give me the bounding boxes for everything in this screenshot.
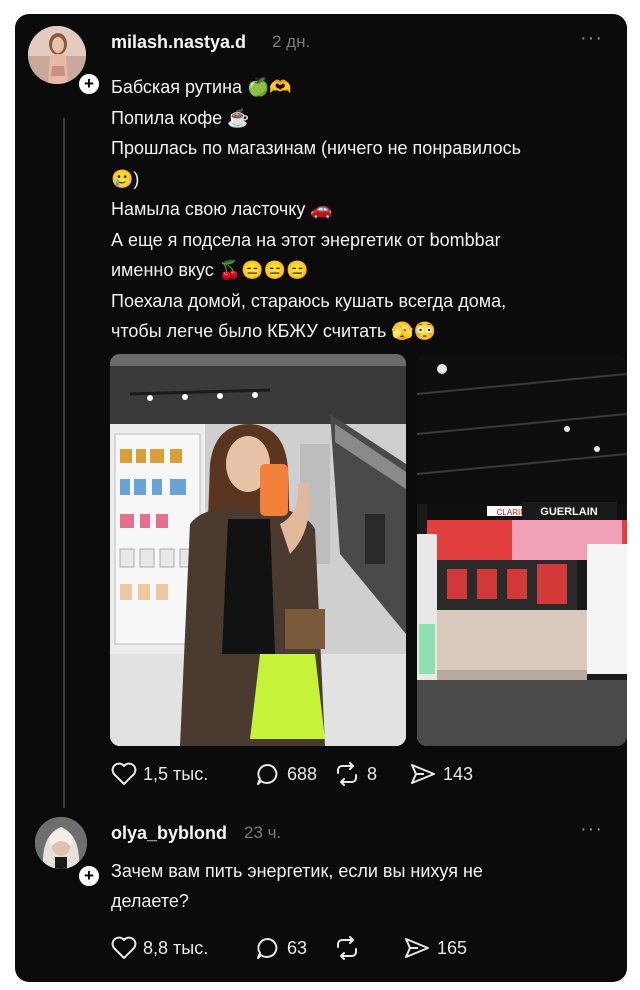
author-avatar[interactable] (28, 26, 86, 84)
reply-username[interactable]: olya_byblond (111, 823, 227, 844)
post-line: Намыла свою ласточку 🚗 (111, 199, 333, 219)
thread-card: + milash.nastya.d 2 дн. ··· Бабская рути… (15, 14, 627, 982)
heart-icon (111, 936, 137, 959)
reply-comment-count: 63 (287, 937, 308, 958)
post-time: 2 дн. (272, 32, 311, 51)
repost-count: 8 (367, 763, 378, 784)
follow-author-button[interactable]: + (77, 72, 101, 96)
post-photo-store[interactable]: CLARINS GUERLAIN (417, 354, 627, 746)
follow-reply-author-button[interactable]: + (77, 864, 101, 888)
like-count: 1,5 тыс. (143, 763, 209, 784)
reply-share-button[interactable]: 165 (403, 936, 467, 960)
reply-like-button[interactable]: 8,8 тыс. (111, 936, 231, 960)
post-line: Бабская рутина 🍏🫶 (111, 77, 292, 97)
send-icon (405, 938, 429, 958)
reply-avatar[interactable] (35, 817, 87, 869)
post-line: именно вкус 🍒😑😑😑 (111, 260, 309, 280)
repost-icon (337, 936, 357, 960)
reply-like-count: 8,8 тыс. (143, 937, 209, 958)
reply-repost-button[interactable] (333, 936, 393, 960)
post-line: Попила кофе ☕ (111, 107, 250, 128)
more-options-icon[interactable]: ··· (580, 27, 603, 50)
reply-comment-button[interactable]: 63 (255, 936, 345, 960)
reply-share-count: 165 (437, 937, 468, 958)
thread-connector (63, 118, 65, 808)
reply-line: Зачем вам пить энергетик, если вы нихуя … (111, 861, 483, 881)
reply-body: Зачем вам пить энергетик, если вы нихуя … (111, 856, 581, 916)
post-actions: 1,5 тыс. 688 8 143 (111, 762, 473, 786)
repost-icon (337, 762, 357, 786)
reply-actions: 8,8 тыс. 63 165 (111, 936, 467, 960)
post-body: Бабская рутина 🍏🫶 Попила кофе ☕ Прошлась… (111, 72, 611, 347)
like-button[interactable]: 1,5 тыс. (111, 762, 231, 786)
author-username[interactable]: milash.nastya.d (111, 32, 246, 53)
comment-count: 688 (287, 763, 318, 784)
post-photo-selfie[interactable] (110, 354, 406, 746)
send-icon (411, 764, 435, 784)
repost-button[interactable]: 8 (333, 762, 413, 786)
post-line: Прошлась по магазинам (ничего не понрави… (111, 138, 521, 158)
comment-icon (257, 763, 278, 785)
reply-time: 23 ч. (244, 823, 282, 842)
post-line: Поехала домой, стараюсь кушать всегда до… (111, 290, 507, 311)
reply-line: делаете? (111, 891, 189, 911)
share-count: 143 (443, 763, 474, 784)
post-line: А еще я подсела на этот энергетик от bom… (111, 229, 501, 250)
post-line: чтобы легче было КБЖУ считать 🫣😳 (111, 321, 437, 341)
guerlain-sign: GUERLAIN (540, 506, 598, 518)
comment-icon (257, 937, 278, 959)
share-button[interactable]: 143 (409, 762, 473, 786)
heart-icon (111, 762, 137, 785)
post-line: 🥲) (111, 168, 140, 189)
reply-more-options-icon[interactable]: ··· (580, 818, 603, 841)
